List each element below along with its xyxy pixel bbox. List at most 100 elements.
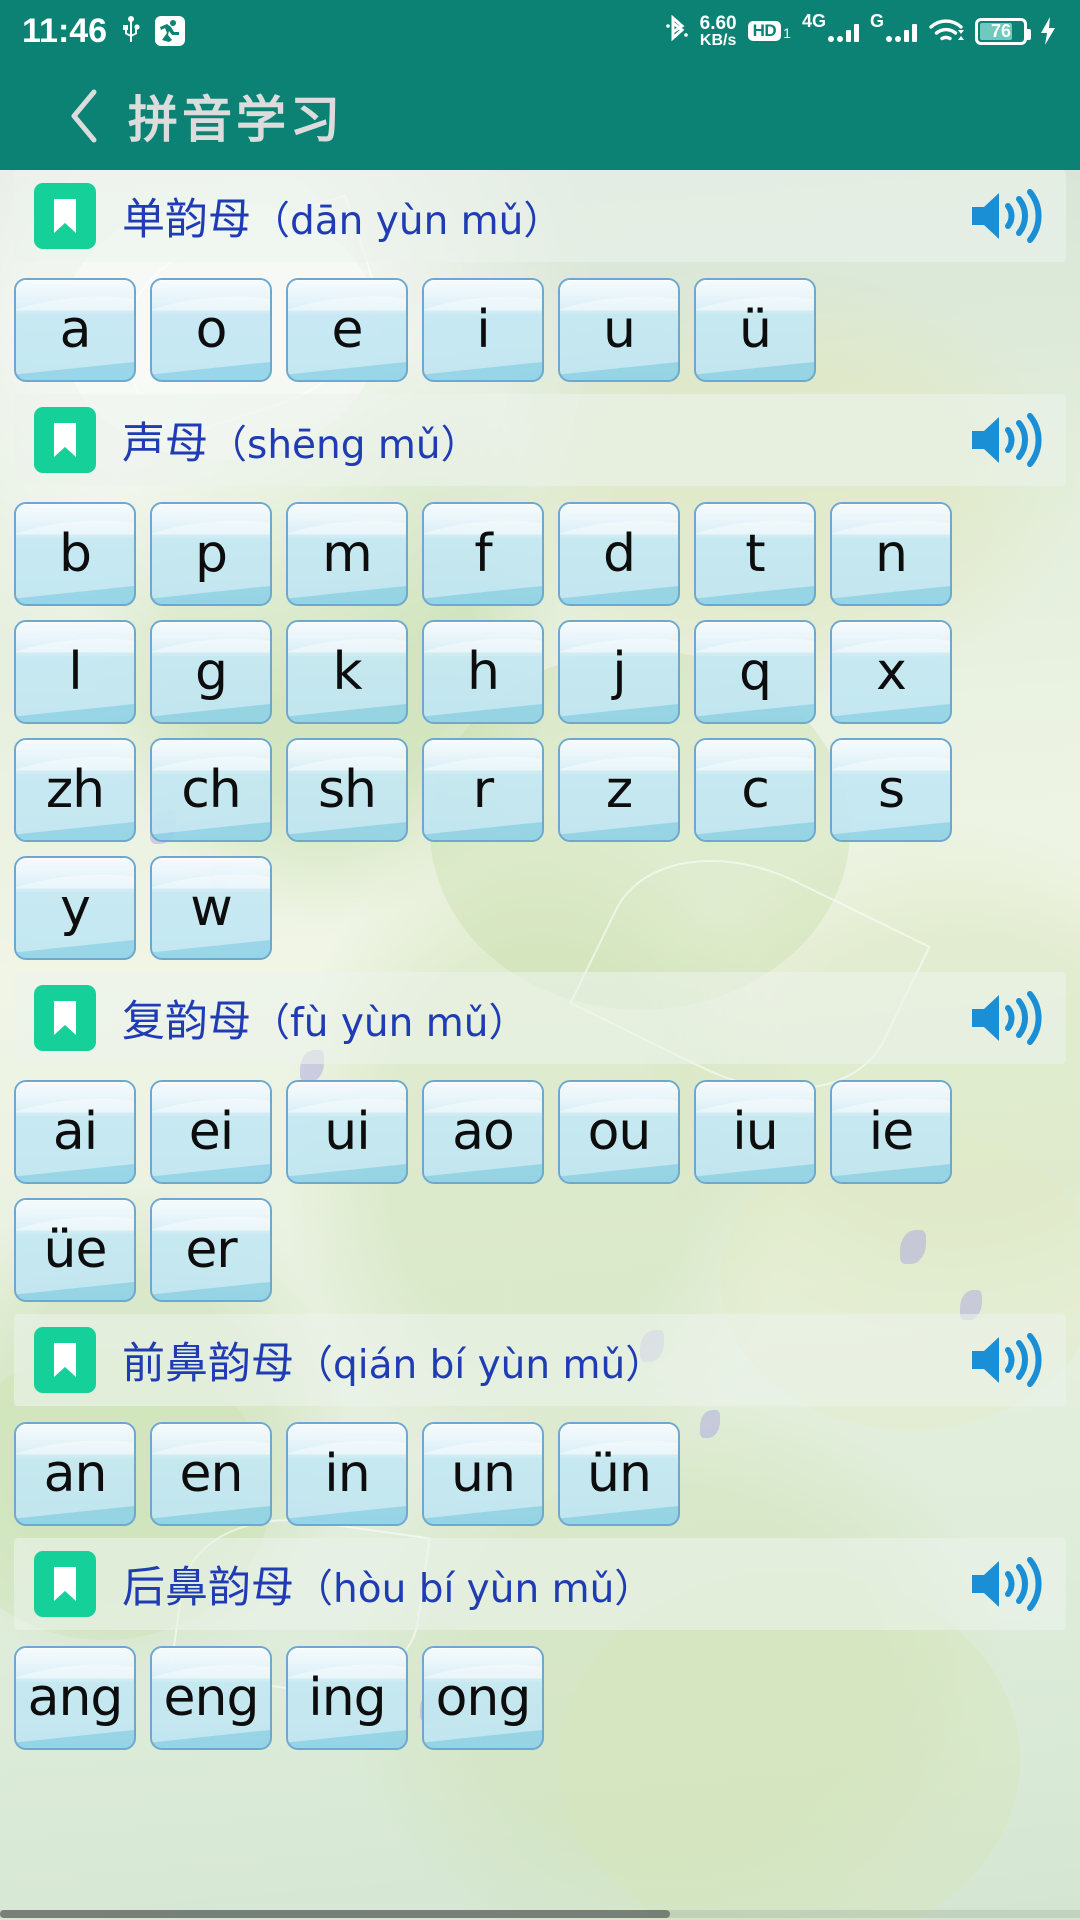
pinyin-tile[interactable]: b	[14, 502, 136, 606]
pinyin-tile[interactable]: z	[558, 738, 680, 842]
pinyin-tile[interactable]: p	[150, 502, 272, 606]
section-title-single-finals: 单韵母（dān yùn mǔ）	[122, 185, 562, 247]
pinyin-tile[interactable]: ong	[422, 1646, 544, 1750]
pinyin-tile-label: er	[185, 1220, 237, 1280]
pinyin-tile[interactable]: w	[150, 856, 272, 960]
pinyin-tile-label: m	[322, 524, 373, 584]
back-button[interactable]	[58, 86, 110, 146]
pinyin-tile[interactable]: y	[14, 856, 136, 960]
pinyin-tile[interactable]: a	[14, 278, 136, 382]
pinyin-tile[interactable]: iu	[694, 1080, 816, 1184]
scrollbar-track[interactable]	[0, 1910, 1080, 1918]
section-header-compound-finals[interactable]: 复韵母（fù yùn mǔ）	[14, 972, 1066, 1064]
pinyin-tile[interactable]: x	[830, 620, 952, 724]
pinyin-tile-label: j	[612, 642, 626, 702]
hd-voice-indicator: HD 1	[747, 20, 791, 42]
pinyin-tile[interactable]: h	[422, 620, 544, 724]
pinyin-tile[interactable]: d	[558, 502, 680, 606]
pinyin-tile[interactable]: ü	[694, 278, 816, 382]
signal-type-label-1: 4G	[801, 11, 826, 31]
pinyin-tile[interactable]: er	[150, 1198, 272, 1302]
pinyin-tile[interactable]: m	[286, 502, 408, 606]
status-clock: 11:46	[22, 12, 108, 50]
status-bar-left: 11:46	[22, 12, 186, 50]
bookmark-icon	[34, 1551, 96, 1617]
speaker-button-front-nasal-finals[interactable]	[966, 1329, 1044, 1391]
speaker-button-single-finals[interactable]	[966, 185, 1044, 247]
pinyin-tile[interactable]: s	[830, 738, 952, 842]
pinyin-tile[interactable]: en	[150, 1422, 272, 1526]
pinyin-tile[interactable]: k	[286, 620, 408, 724]
scrollbar-thumb[interactable]	[0, 1910, 670, 1918]
pinyin-tile[interactable]: an	[14, 1422, 136, 1526]
pinyin-tile[interactable]: ou	[558, 1080, 680, 1184]
pinyin-tile-label: c	[741, 760, 770, 820]
section-header-back-nasal-finals[interactable]: 后鼻韵母（hòu bí yùn mǔ）	[14, 1538, 1066, 1630]
pinyin-tile[interactable]: ün	[558, 1422, 680, 1526]
pinyin-tile[interactable]: in	[286, 1422, 408, 1526]
pinyin-tile-label: e	[331, 300, 364, 360]
network-speed-indicator: 6.60 KB/s	[700, 14, 737, 49]
speaker-icon	[972, 189, 1042, 243]
signal-bars-1	[827, 20, 859, 42]
section-title-cn: 复韵母	[122, 997, 251, 1047]
pinyin-tile-label: q	[738, 642, 772, 702]
status-bar-right: 6.60 KB/s HD 1 4G G 76	[665, 11, 1058, 49]
pinyin-tile[interactable]: g	[150, 620, 272, 724]
pinyin-tile-label: sh	[317, 760, 377, 820]
pinyin-tile[interactable]: j	[558, 620, 680, 724]
pinyin-tile-label: ong	[435, 1668, 532, 1728]
speaker-button-back-nasal-finals[interactable]	[966, 1553, 1044, 1615]
pinyin-tile[interactable]: i	[422, 278, 544, 382]
pinyin-tile[interactable]: ing	[286, 1646, 408, 1750]
pinyin-tile[interactable]: t	[694, 502, 816, 606]
section-header-front-nasal-finals[interactable]: 前鼻韵母（qián bí yùn mǔ）	[14, 1314, 1066, 1406]
pinyin-tile[interactable]: ie	[830, 1080, 952, 1184]
pinyin-tile[interactable]: f	[422, 502, 544, 606]
network-speed-value: 6.60	[699, 12, 737, 34]
pinyin-tile[interactable]: n	[830, 502, 952, 606]
pinyin-tile[interactable]: sh	[286, 738, 408, 842]
pinyin-tile-label: b	[58, 524, 92, 584]
pinyin-tile-label: u	[603, 300, 636, 360]
pinyin-tile[interactable]: ch	[150, 738, 272, 842]
speaker-button-initials[interactable]	[966, 409, 1044, 471]
pinyin-tile-label: ün	[587, 1444, 652, 1504]
pinyin-tile[interactable]: c	[694, 738, 816, 842]
pinyin-tile[interactable]: ao	[422, 1080, 544, 1184]
pinyin-tile-label: w	[190, 878, 233, 938]
pinyin-tile[interactable]: üe	[14, 1198, 136, 1302]
pinyin-tile[interactable]: zh	[14, 738, 136, 842]
pinyin-tile[interactable]: ei	[150, 1080, 272, 1184]
section-title-pinyin: （fù yùn mǔ）	[251, 1001, 528, 1046]
bookmark-icon	[34, 407, 96, 473]
pinyin-tile-label: y	[60, 878, 91, 938]
pinyin-tile-label: ao	[452, 1102, 515, 1162]
pinyin-tile[interactable]: u	[558, 278, 680, 382]
pinyin-tile[interactable]: q	[694, 620, 816, 724]
hd-sim-number: 1	[783, 25, 791, 42]
pinyin-tile[interactable]: r	[422, 738, 544, 842]
pinyin-tile-label: ou	[587, 1102, 652, 1162]
section-header-initials[interactable]: 声母（shēng mǔ）	[14, 394, 1066, 486]
section-title-compound-finals: 复韵母（fù yùn mǔ）	[122, 987, 527, 1049]
pinyin-tile-label: s	[877, 760, 905, 820]
pinyin-tile[interactable]: ai	[14, 1080, 136, 1184]
pinyin-tile-label: ui	[324, 1102, 370, 1162]
charging-bolt-icon	[1038, 16, 1058, 46]
section-title-front-nasal-finals: 前鼻韵母（qián bí yùn mǔ）	[122, 1329, 664, 1391]
pinyin-tile-label: un	[451, 1444, 516, 1504]
tile-grid-compound-finals: ai ei ui ao ou iu ie üe er	[0, 1064, 1080, 1314]
pinyin-tile[interactable]: eng	[150, 1646, 272, 1750]
pinyin-tile[interactable]: ui	[286, 1080, 408, 1184]
pinyin-tile[interactable]: e	[286, 278, 408, 382]
speaker-button-compound-finals[interactable]	[966, 987, 1044, 1049]
pinyin-tile[interactable]: ang	[14, 1646, 136, 1750]
pinyin-tile-label: z	[605, 760, 633, 820]
pinyin-tile[interactable]: un	[422, 1422, 544, 1526]
section-title-pinyin: （hòu bí yùn mǔ）	[294, 1567, 654, 1612]
section-title-pinyin: （qián bí yùn mǔ）	[294, 1343, 665, 1388]
section-header-single-finals[interactable]: 单韵母（dān yùn mǔ）	[14, 170, 1066, 262]
pinyin-tile[interactable]: l	[14, 620, 136, 724]
pinyin-tile[interactable]: o	[150, 278, 272, 382]
